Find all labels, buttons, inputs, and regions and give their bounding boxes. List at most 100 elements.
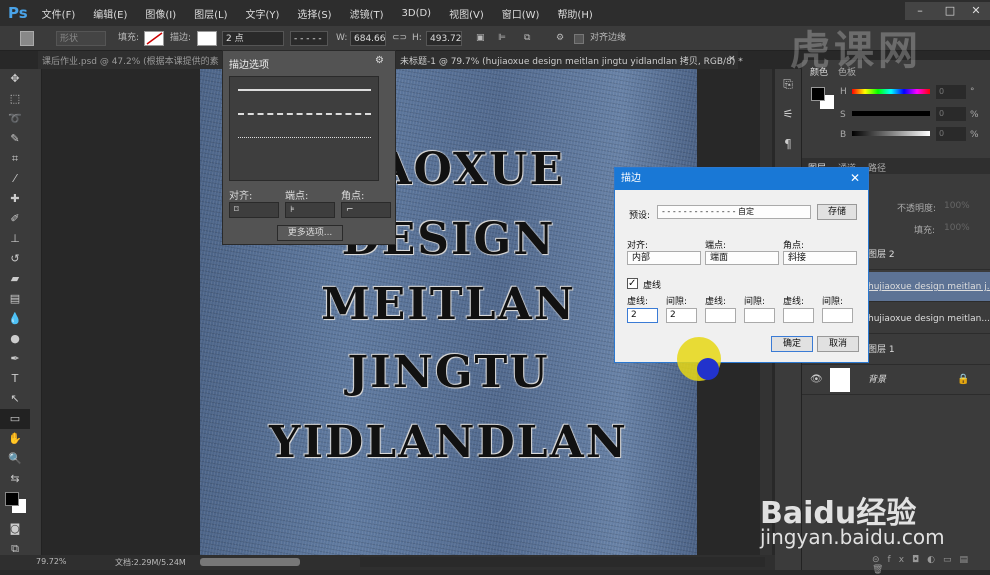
dashed-label: 虚线 bbox=[643, 281, 662, 291]
mode-select[interactable]: 形状 bbox=[56, 31, 106, 46]
saturation-slider[interactable] bbox=[852, 111, 930, 116]
corners-select[interactable]: 斜接 bbox=[783, 251, 857, 265]
history-brush-icon[interactable]: ↺ bbox=[0, 249, 30, 269]
path-alignment-icon[interactable]: ⊫ bbox=[498, 31, 506, 46]
cancel-button[interactable]: 取消 bbox=[817, 336, 859, 352]
b-unit: % bbox=[970, 130, 979, 140]
foreground-color-swatch[interactable] bbox=[811, 87, 825, 101]
opacity-input[interactable]: 100% bbox=[944, 201, 970, 211]
hue-slider[interactable] bbox=[852, 89, 930, 94]
align-edges-checkbox[interactable] bbox=[574, 34, 584, 44]
dash-label: 虚线: bbox=[705, 297, 727, 307]
path-arrangement-icon[interactable]: ⧉ bbox=[524, 31, 530, 46]
width-input[interactable]: 684.66 bbox=[350, 31, 386, 46]
rectangle-tool-icon[interactable]: ▭ bbox=[0, 409, 30, 429]
gap-1-input[interactable]: 2 bbox=[666, 308, 697, 323]
adjustments-icon[interactable]: ⚟ bbox=[775, 99, 801, 129]
menu-help[interactable]: 帮助(H) bbox=[557, 6, 592, 21]
menu-filter[interactable]: 滤镜(T) bbox=[350, 6, 384, 21]
gradient-tool-icon[interactable]: ▤ bbox=[0, 289, 30, 309]
tab-untitled-1[interactable]: 未标题-1 @ 79.7% (hujiaoxue design meitlan … bbox=[400, 54, 743, 67]
lasso-tool-icon[interactable]: ➰ bbox=[0, 109, 30, 129]
align-label: 对齐: bbox=[627, 241, 649, 251]
h-value[interactable]: 0 bbox=[936, 85, 966, 99]
s-unit: % bbox=[970, 110, 979, 120]
path-operations-icon[interactable]: ▣ bbox=[476, 31, 485, 46]
eye-icon[interactable]: 👁 bbox=[810, 374, 823, 385]
link-icon[interactable]: ⊂⊃ bbox=[392, 31, 407, 46]
gear-icon[interactable]: ⚙ bbox=[556, 31, 564, 46]
preset-select[interactable]: - - - - - - - - - - - - - - 自定 bbox=[657, 205, 811, 219]
menu-layer[interactable]: 图层(L) bbox=[194, 6, 227, 21]
stroke-type-dropdown[interactable]: - - - - - bbox=[290, 31, 328, 46]
zoom-tool-icon[interactable]: 🔍 bbox=[0, 449, 30, 469]
tab-paths[interactable]: 路径 bbox=[868, 161, 886, 174]
dash-3-input[interactable] bbox=[783, 308, 814, 323]
caps-select[interactable]: ⊧ bbox=[285, 202, 335, 218]
swap-colors-icon[interactable]: ⇆ bbox=[0, 469, 30, 489]
marquee-tool-icon[interactable]: ⬚ bbox=[0, 89, 30, 109]
s-value[interactable]: 0 bbox=[936, 107, 966, 121]
layer-actions-bar[interactable]: ⊝fx◘◐▭▤🗑 bbox=[802, 555, 990, 575]
stroke-width-input[interactable]: 2 点 bbox=[222, 31, 284, 46]
dialog-close-icon[interactable]: ✕ bbox=[850, 171, 860, 185]
crop-tool-icon[interactable]: ⌗ bbox=[0, 149, 30, 169]
shape-tool-icon[interactable] bbox=[20, 31, 34, 46]
quick-select-tool-icon[interactable]: ✎ bbox=[0, 129, 30, 149]
menu-window[interactable]: 窗口(W) bbox=[502, 6, 540, 21]
healing-tool-icon[interactable]: ✚ bbox=[0, 189, 30, 209]
tab-course-file[interactable]: 课后作业.psd @ 47.2% (根据本课提供的素 bbox=[42, 54, 219, 67]
align-select[interactable]: ⌑ bbox=[229, 202, 279, 218]
brightness-slider[interactable] bbox=[852, 131, 930, 136]
caps-select[interactable]: 端面 bbox=[705, 251, 779, 265]
opacity-label: 不透明度: bbox=[897, 204, 937, 214]
b-value[interactable]: 0 bbox=[936, 127, 966, 141]
horizontal-scroll-thumb[interactable] bbox=[200, 558, 300, 566]
menu-select[interactable]: 选择(S) bbox=[297, 6, 331, 21]
menu-view[interactable]: 视图(V) bbox=[449, 6, 484, 21]
ok-button[interactable]: 确定 bbox=[771, 336, 813, 352]
move-tool-icon[interactable]: ✥ bbox=[0, 69, 30, 89]
align-select[interactable]: 内部 bbox=[627, 251, 701, 265]
brush-tool-icon[interactable]: ✐ bbox=[0, 209, 30, 229]
height-input[interactable]: 493.72 bbox=[426, 31, 462, 46]
fill-input[interactable]: 100% bbox=[944, 223, 970, 233]
gear-icon[interactable]: ⚙ bbox=[375, 55, 384, 66]
eraser-tool-icon[interactable]: ▰ bbox=[0, 269, 30, 289]
dashed-checkbox[interactable]: ✓ bbox=[627, 278, 638, 289]
hand-tool-icon[interactable]: ✋ bbox=[0, 429, 30, 449]
horizontal-scrollbar[interactable] bbox=[360, 557, 765, 567]
dash-1-input[interactable]: 2 bbox=[627, 308, 658, 323]
quick-mask-icon[interactable]: ◙ bbox=[0, 519, 30, 539]
dash-2-input[interactable] bbox=[705, 308, 736, 323]
type-tool-icon[interactable]: T bbox=[0, 369, 30, 389]
stamp-tool-icon[interactable]: ⊥ bbox=[0, 229, 30, 249]
menu-3d[interactable]: 3D(D) bbox=[402, 8, 432, 19]
eyedropper-tool-icon[interactable]: ⁄ bbox=[0, 169, 30, 189]
corners-select[interactable]: ⌐ bbox=[341, 202, 391, 218]
fill-label: 填充: bbox=[914, 226, 936, 236]
gap-2-input[interactable] bbox=[744, 308, 775, 323]
tab-close-icon[interactable]: × bbox=[728, 54, 736, 64]
color-swatches[interactable] bbox=[0, 489, 30, 519]
menu-edit[interactable]: 编辑(E) bbox=[93, 6, 127, 21]
maximize-button[interactable]: □ bbox=[935, 2, 965, 20]
zoom-level[interactable]: 79.72% bbox=[36, 557, 67, 566]
stroke-swatch[interactable] bbox=[197, 31, 217, 46]
paragraph-icon[interactable]: ¶ bbox=[775, 129, 801, 159]
fill-swatch[interactable] bbox=[144, 31, 164, 46]
blur-tool-icon[interactable]: 💧 bbox=[0, 309, 30, 329]
gap-3-input[interactable] bbox=[822, 308, 853, 323]
save-button[interactable]: 存储 bbox=[817, 204, 857, 220]
dodge-tool-icon[interactable]: ● bbox=[0, 329, 30, 349]
menu-image[interactable]: 图像(I) bbox=[145, 6, 176, 21]
menu-file[interactable]: 文件(F) bbox=[42, 6, 76, 21]
dashed-line-preset[interactable] bbox=[238, 113, 371, 115]
close-window-button[interactable]: ✕ bbox=[962, 2, 990, 20]
more-options-button[interactable]: 更多选项... bbox=[277, 225, 343, 241]
dotted-line-preset[interactable] bbox=[238, 137, 371, 138]
path-select-tool-icon[interactable]: ↖ bbox=[0, 389, 30, 409]
menu-type[interactable]: 文字(Y) bbox=[246, 6, 280, 21]
solid-line-preset[interactable] bbox=[238, 89, 371, 91]
pen-tool-icon[interactable]: ✒ bbox=[0, 349, 30, 369]
